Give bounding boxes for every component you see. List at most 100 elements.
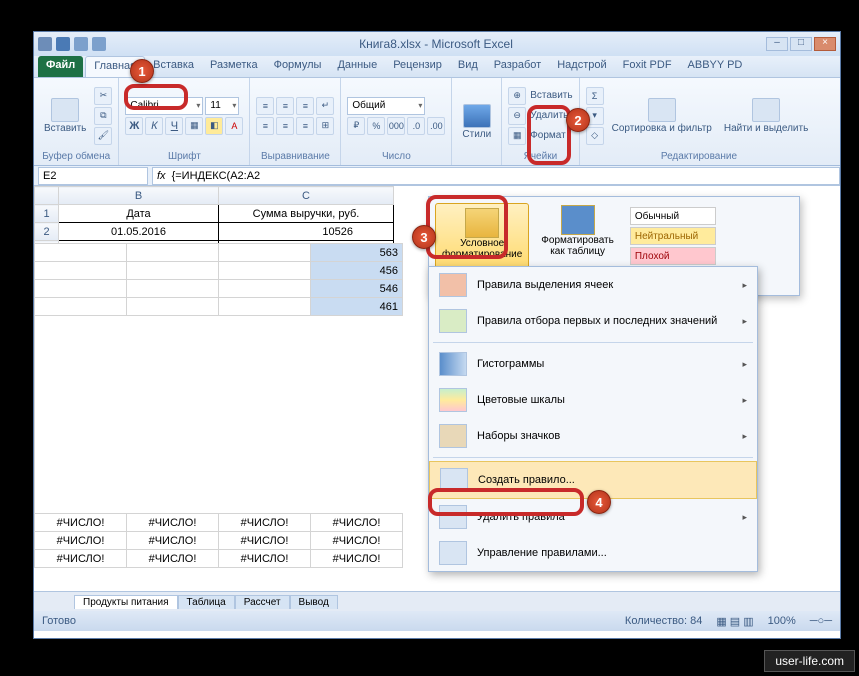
redo-icon[interactable] bbox=[92, 37, 106, 51]
style-normal[interactable]: Обычный bbox=[630, 207, 716, 225]
tab-formulas[interactable]: Формулы bbox=[266, 56, 330, 77]
tab-foxit[interactable]: Foxit PDF bbox=[615, 56, 680, 77]
sheet-tab-4[interactable]: Вывод bbox=[290, 595, 338, 609]
cell[interactable]: 546 bbox=[311, 280, 403, 298]
cell[interactable] bbox=[219, 298, 311, 316]
currency-icon[interactable]: ₽ bbox=[347, 117, 365, 135]
tab-file[interactable]: Файл bbox=[38, 56, 83, 77]
cell[interactable] bbox=[35, 298, 127, 316]
insert-cells-icon[interactable]: ⊕ bbox=[508, 87, 526, 105]
decrease-decimal-icon[interactable]: .00 bbox=[427, 117, 445, 135]
tab-insert[interactable]: Вставка bbox=[145, 56, 202, 77]
cell[interactable] bbox=[219, 262, 311, 280]
cell[interactable] bbox=[35, 244, 127, 262]
find-select-button[interactable]: Найти и выделить bbox=[720, 96, 812, 136]
increase-decimal-icon[interactable]: .0 bbox=[407, 117, 425, 135]
delete-cells-label[interactable]: Удалить bbox=[530, 110, 568, 121]
cell[interactable]: 01.05.2016 bbox=[59, 223, 219, 241]
cell-error[interactable]: #ЧИСЛО! bbox=[311, 532, 403, 550]
save-icon[interactable] bbox=[56, 37, 70, 51]
align-bottom-icon[interactable]: ≡ bbox=[296, 97, 314, 115]
paste-button[interactable]: Вставить bbox=[40, 96, 90, 136]
format-cells-icon[interactable]: ▦ bbox=[508, 127, 526, 145]
align-left-icon[interactable]: ≡ bbox=[256, 117, 274, 135]
underline-button[interactable]: Ч bbox=[165, 117, 183, 135]
tab-dev[interactable]: Разработ bbox=[486, 56, 549, 77]
fill-color-button[interactable]: ◧ bbox=[205, 117, 223, 135]
menu-icon-sets[interactable]: Наборы значков bbox=[429, 418, 757, 454]
font-name-combo[interactable]: Calibri bbox=[125, 97, 203, 115]
format-cells-label[interactable]: Формат bbox=[530, 130, 566, 141]
menu-highlight-rules[interactable]: Правила выделения ячеек bbox=[429, 267, 757, 303]
number-format-combo[interactable]: Общий bbox=[347, 97, 425, 115]
font-size-combo[interactable]: 11 bbox=[205, 97, 239, 115]
maximize-button[interactable]: □ bbox=[790, 37, 812, 51]
clear-icon[interactable]: ◇ bbox=[586, 127, 604, 145]
cell-error[interactable]: #ЧИСЛО! bbox=[219, 514, 311, 532]
tab-view[interactable]: Вид bbox=[450, 56, 486, 77]
delete-cells-icon[interactable]: ⊖ bbox=[508, 107, 526, 125]
cell[interactable] bbox=[219, 244, 311, 262]
italic-button[interactable]: К bbox=[145, 117, 163, 135]
cell-B1[interactable]: Дата bbox=[59, 205, 219, 223]
percent-icon[interactable]: % bbox=[367, 117, 385, 135]
cell-error[interactable]: #ЧИСЛО! bbox=[127, 550, 219, 568]
wrap-text-button[interactable]: ↵ bbox=[316, 97, 334, 115]
align-top-icon[interactable]: ≡ bbox=[256, 97, 274, 115]
cell-error[interactable]: #ЧИСЛО! bbox=[219, 532, 311, 550]
cell-error[interactable]: #ЧИСЛО! bbox=[311, 514, 403, 532]
row-header[interactable]: 2 bbox=[35, 223, 59, 241]
view-buttons[interactable]: ▦ ▤ ▥ bbox=[716, 615, 753, 628]
font-color-button[interactable]: A bbox=[225, 117, 243, 135]
cut-icon[interactable]: ✂ bbox=[94, 87, 112, 105]
cell-error[interactable]: #ЧИСЛО! bbox=[127, 532, 219, 550]
comma-icon[interactable]: 000 bbox=[387, 117, 405, 135]
menu-manage-rules[interactable]: Управление правилами... bbox=[429, 535, 757, 571]
cell-error[interactable]: #ЧИСЛО! bbox=[35, 532, 127, 550]
align-middle-icon[interactable]: ≡ bbox=[276, 97, 294, 115]
cell[interactable] bbox=[127, 280, 219, 298]
border-button[interactable]: ▦ bbox=[185, 117, 203, 135]
menu-color-scales[interactable]: Цветовые шкалы bbox=[429, 382, 757, 418]
tab-abbyy[interactable]: ABBYY PD bbox=[680, 56, 751, 77]
minimize-button[interactable]: – bbox=[766, 37, 788, 51]
menu-data-bars[interactable]: Гистограммы bbox=[429, 346, 757, 382]
col-header-C[interactable]: C bbox=[219, 187, 394, 205]
cell[interactable]: 456 bbox=[311, 262, 403, 280]
cell[interactable]: 563 bbox=[311, 244, 403, 262]
style-bad[interactable]: Плохой bbox=[630, 247, 716, 265]
align-right-icon[interactable]: ≡ bbox=[296, 117, 314, 135]
tab-addins[interactable]: Надстрой bbox=[549, 56, 614, 77]
cell-error[interactable]: #ЧИСЛО! bbox=[219, 550, 311, 568]
sheet-tab-2[interactable]: Таблица bbox=[178, 595, 235, 609]
tab-data[interactable]: Данные bbox=[329, 56, 385, 77]
cell[interactable] bbox=[127, 298, 219, 316]
merge-button[interactable]: ⊞ bbox=[316, 117, 334, 135]
cell-error[interactable]: #ЧИСЛО! bbox=[35, 550, 127, 568]
style-neutral[interactable]: Нейтральный bbox=[630, 227, 716, 245]
format-painter-icon[interactable]: 🖌 bbox=[94, 127, 112, 145]
autosum-icon[interactable]: Σ bbox=[586, 87, 604, 105]
undo-icon[interactable] bbox=[74, 37, 88, 51]
cell[interactable] bbox=[127, 262, 219, 280]
cell-error[interactable]: #ЧИСЛО! bbox=[35, 514, 127, 532]
close-button[interactable]: × bbox=[814, 37, 836, 51]
sheet-tab-3[interactable]: Рассчет bbox=[235, 595, 290, 609]
cell[interactable] bbox=[35, 280, 127, 298]
insert-cells-label[interactable]: Вставить bbox=[530, 90, 572, 101]
styles-button[interactable]: Стили bbox=[458, 102, 495, 142]
cell[interactable]: 10526 bbox=[219, 223, 394, 241]
cell-error[interactable]: #ЧИСЛО! bbox=[311, 550, 403, 568]
cell-error[interactable]: #ЧИСЛО! bbox=[127, 514, 219, 532]
cell[interactable] bbox=[127, 244, 219, 262]
select-all[interactable] bbox=[35, 187, 59, 205]
cell[interactable] bbox=[219, 280, 311, 298]
align-center-icon[interactable]: ≡ bbox=[276, 117, 294, 135]
sheet-tab-1[interactable]: Продукты питания bbox=[74, 595, 178, 609]
row-header[interactable]: 1 bbox=[35, 205, 59, 223]
menu-top-bottom-rules[interactable]: Правила отбора первых и последних значен… bbox=[429, 303, 757, 339]
col-header-B[interactable]: B bbox=[59, 187, 219, 205]
tab-review[interactable]: Рецензир bbox=[385, 56, 450, 77]
cell[interactable]: 461 bbox=[311, 298, 403, 316]
formula-input[interactable]: fx{=ИНДЕКС(A2:A2 bbox=[152, 167, 840, 185]
